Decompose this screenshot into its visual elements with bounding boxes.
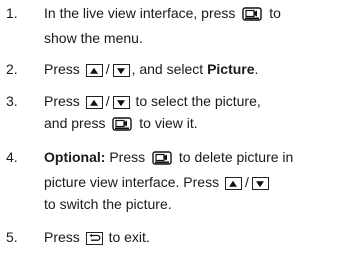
step-text: Press / to select the picture, and press… [44, 90, 364, 137]
step-text-part: show the menu. [44, 30, 143, 46]
optional-label: Optional: [44, 149, 106, 165]
menu-item-picture: Picture [207, 61, 255, 77]
step-number: 1. [6, 5, 18, 21]
up-arrow-button-icon [85, 64, 103, 77]
step-text: Optional: Press to delete picture in pic… [44, 146, 364, 215]
step-text-part: to delete picture in [178, 149, 294, 165]
step-text-part: picture view interface. Press [44, 174, 220, 190]
step-3: 3. Press / to select the picture, and pr… [0, 90, 364, 137]
menu-camera-icon [242, 5, 263, 27]
step-text-part: . [254, 61, 259, 77]
step-5: 5. Press to exit. [0, 226, 364, 248]
step-text-part: , and select [131, 61, 204, 77]
step-text-part: to exit. [108, 229, 150, 245]
step-text: Press / , and select Picture. [44, 58, 364, 80]
slash-separator: / [105, 93, 110, 109]
step-text-part: In the live view interface, press [44, 5, 236, 21]
menu-camera-icon [112, 115, 133, 137]
step-text-part: to select the picture, [135, 93, 261, 109]
slash-separator: / [105, 61, 110, 77]
step-number: 4. [6, 149, 18, 165]
step-text-part: Press [44, 229, 80, 245]
step-text-part: Press [44, 93, 80, 109]
step-2: 2. Press / , and select Picture. [0, 58, 364, 80]
menu-camera-icon [152, 149, 172, 171]
step-text-part: and press [44, 115, 106, 131]
step-number: 3. [6, 93, 18, 109]
step-text-part: to switch the picture. [44, 196, 172, 212]
slash-separator: / [244, 174, 249, 190]
step-text: In the live view interface, press to sho… [44, 2, 364, 49]
back-button-icon [85, 232, 103, 245]
up-arrow-button-icon [224, 177, 242, 190]
step-1: 1. In the live view interface, press to … [0, 2, 364, 49]
step-text-part: Press [44, 61, 80, 77]
step-text-part: Press [109, 149, 146, 165]
instruction-list: 1. In the live view interface, press to … [0, 0, 364, 259]
down-arrow-button-icon [112, 64, 130, 77]
step-text: Press to exit. [44, 226, 364, 248]
step-4: 4. Optional: Press to delete picture in … [0, 146, 364, 215]
up-arrow-button-icon [85, 96, 103, 109]
step-text-part: to [269, 5, 281, 21]
step-number: 5. [6, 229, 18, 245]
down-arrow-button-icon [251, 177, 269, 190]
down-arrow-button-icon [112, 96, 130, 109]
step-text-part: to view it. [139, 115, 198, 131]
step-number: 2. [6, 61, 18, 77]
